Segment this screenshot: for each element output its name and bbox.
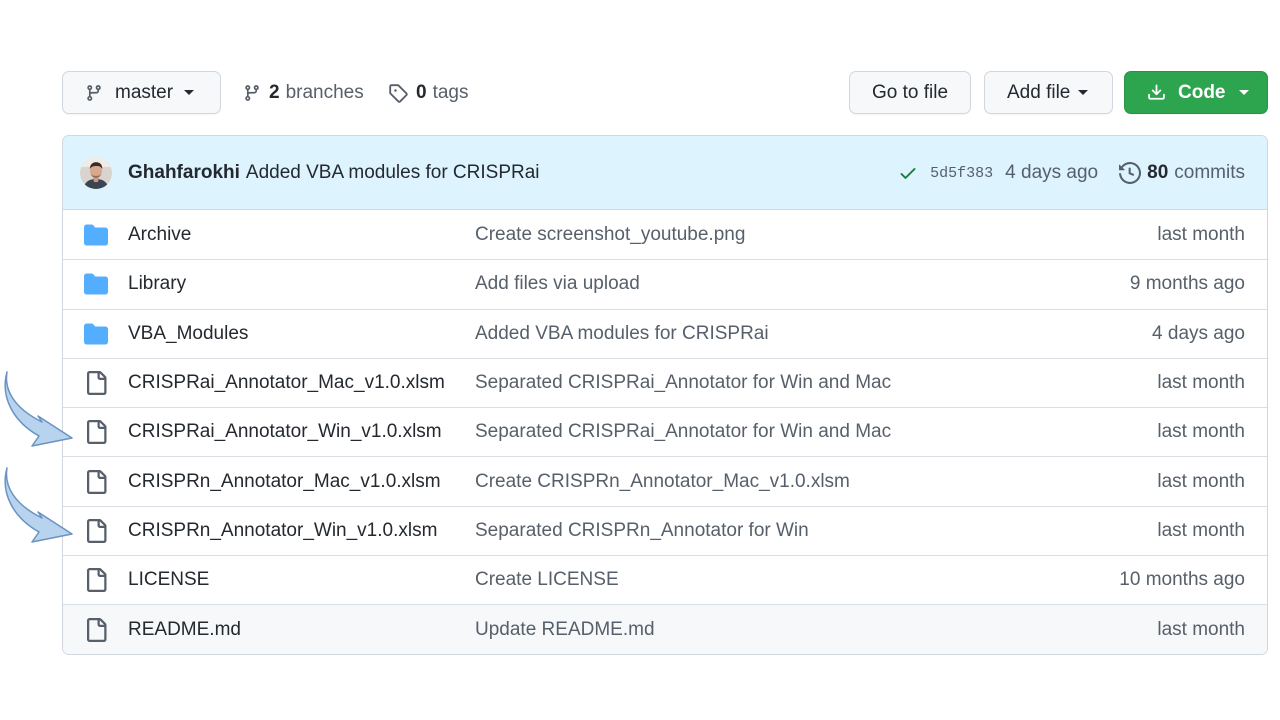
file-commit-time: 9 months ago bbox=[1129, 273, 1245, 295]
tags-label: tags bbox=[432, 81, 469, 103]
branches-count: 2 bbox=[269, 81, 280, 103]
add-file-button[interactable]: Add file bbox=[984, 71, 1113, 114]
file-row[interactable]: VBA_Modules Added VBA modules for CRISPRa… bbox=[63, 308, 1267, 358]
file-name-link[interactable]: LICENSE bbox=[128, 569, 209, 591]
code-button[interactable]: Code bbox=[1124, 71, 1268, 114]
commit-time: 4 days ago bbox=[1005, 162, 1099, 183]
file-commit-message-link[interactable]: Separated CRISPRai_Annotator for Win and… bbox=[475, 372, 891, 394]
add-file-label: Add file bbox=[1007, 81, 1071, 103]
file-commit-message-link[interactable]: Separated CRISPRn_Annotator for Win bbox=[475, 520, 809, 542]
chevron-down-icon bbox=[1078, 90, 1089, 95]
go-to-file-label: Go to file bbox=[871, 81, 949, 103]
file-row[interactable]: README.md Update README.md last month bbox=[63, 604, 1267, 654]
file-commit-time: last month bbox=[1157, 421, 1245, 443]
file-icon bbox=[84, 568, 108, 593]
file-name-link[interactable]: CRISPRai_Annotator_Mac_v1.0.xlsm bbox=[128, 372, 445, 394]
branch-name: master bbox=[115, 81, 174, 103]
file-name-link[interactable]: VBA_Modules bbox=[128, 323, 248, 345]
folder-icon bbox=[84, 322, 108, 346]
repo-toolbar: master 2 branches 0 tags Go to file Add … bbox=[62, 71, 1268, 114]
arrow-pointer-icon bbox=[4, 467, 73, 543]
file-icon bbox=[84, 518, 108, 543]
file-icon bbox=[84, 617, 108, 642]
commit-meta: 5d5f383 4 days ago 80 commits bbox=[898, 136, 1245, 210]
file-commit-message-link[interactable]: Create CRISPRn_Annotator_Mac_v1.0.xlsm bbox=[475, 471, 850, 493]
chevron-down-icon bbox=[1238, 90, 1249, 95]
file-icon bbox=[84, 420, 108, 445]
file-commit-message-link[interactable]: Separated CRISPRai_Annotator for Win and… bbox=[475, 421, 891, 443]
file-commit-time: last month bbox=[1157, 372, 1245, 394]
file-name-link[interactable]: README.md bbox=[128, 619, 241, 641]
git-branch-icon bbox=[87, 84, 101, 101]
file-row[interactable]: CRISPRai_Annotator_Mac_v1.0.xlsm Separate… bbox=[63, 357, 1267, 407]
file-commit-time: last month bbox=[1157, 470, 1245, 492]
file-row[interactable]: CRISPRn_Annotator_Mac_v1.0.xlsm Create CR… bbox=[63, 456, 1267, 505]
file-row[interactable]: CRISPRn_Annotator_Win_v1.0.xlsm Separated… bbox=[63, 505, 1267, 555]
file-commit-time: last month bbox=[1157, 618, 1245, 640]
avatar-photo-icon bbox=[80, 156, 112, 189]
file-name-link[interactable]: CRISPRn_Annotator_Win_v1.0.xlsm bbox=[128, 520, 437, 542]
commits-count[interactable]: 80 bbox=[1147, 162, 1168, 184]
file-row[interactable]: Library Add files via upload 9 months ago bbox=[63, 259, 1267, 308]
tags-count: 0 bbox=[416, 81, 427, 103]
arrow-pointer-icon bbox=[4, 371, 73, 447]
latest-commit-bar: Ghahfarokhi Added VBA modules for CRISPR… bbox=[63, 136, 1267, 210]
file-name-link[interactable]: Archive bbox=[128, 224, 191, 246]
commit-sha-link[interactable]: 5d5f383 bbox=[930, 165, 993, 182]
file-commit-time: 4 days ago bbox=[1152, 322, 1245, 344]
file-commit-time: last month bbox=[1157, 519, 1245, 541]
download-icon bbox=[1148, 84, 1165, 100]
tags-link[interactable]: 0 tags bbox=[388, 71, 469, 114]
file-name-link[interactable]: CRISPRn_Annotator_Mac_v1.0.xlsm bbox=[128, 471, 441, 493]
file-row[interactable]: LICENSE Create LICENSE 10 months ago bbox=[63, 555, 1267, 604]
file-browser: Ghahfarokhi Added VBA modules for CRISPR… bbox=[62, 135, 1268, 655]
history-icon bbox=[1119, 162, 1142, 184]
file-commit-message-link[interactable]: Create LICENSE bbox=[475, 569, 619, 591]
file-icon bbox=[84, 371, 108, 396]
file-commit-message-link[interactable]: Added VBA modules for CRISPRai bbox=[475, 323, 769, 345]
file-commit-message-link[interactable]: Create screenshot_youtube.png bbox=[475, 224, 745, 246]
file-name-link[interactable]: Library bbox=[128, 273, 186, 295]
commits-label[interactable]: commits bbox=[1174, 162, 1245, 184]
avatar[interactable] bbox=[80, 156, 112, 189]
code-label: Code bbox=[1178, 81, 1226, 103]
tag-icon bbox=[389, 83, 408, 103]
file-commit-time: last month bbox=[1157, 223, 1245, 245]
git-branch-icon bbox=[245, 84, 259, 101]
file-name-link[interactable]: CRISPRai_Annotator_Win_v1.0.xlsm bbox=[128, 421, 442, 443]
check-icon[interactable] bbox=[898, 163, 918, 183]
folder-icon bbox=[84, 272, 108, 296]
folder-icon bbox=[84, 223, 108, 247]
file-row[interactable]: Archive Create screenshot_youtube.png last… bbox=[63, 210, 1267, 259]
branches-link[interactable]: 2 branches bbox=[243, 71, 364, 114]
go-to-file-button[interactable]: Go to file bbox=[849, 71, 971, 114]
file-commit-message-link[interactable]: Add files via upload bbox=[475, 273, 640, 295]
branches-label: branches bbox=[285, 81, 364, 103]
chevron-down-icon bbox=[184, 90, 195, 95]
commit-author-link[interactable]: Ghahfarokhi bbox=[128, 162, 240, 184]
commit-message-link[interactable]: Added VBA modules for CRISPRai bbox=[246, 162, 540, 184]
file-list: Archive Create screenshot_youtube.png last… bbox=[63, 210, 1267, 654]
branch-select-button[interactable]: master bbox=[62, 71, 221, 114]
file-commit-message-link[interactable]: Update README.md bbox=[475, 619, 655, 641]
file-row[interactable]: CRISPRai_Annotator_Win_v1.0.xlsm Separate… bbox=[63, 407, 1267, 456]
file-commit-time: 10 months ago bbox=[1119, 569, 1245, 591]
file-icon bbox=[84, 469, 108, 494]
